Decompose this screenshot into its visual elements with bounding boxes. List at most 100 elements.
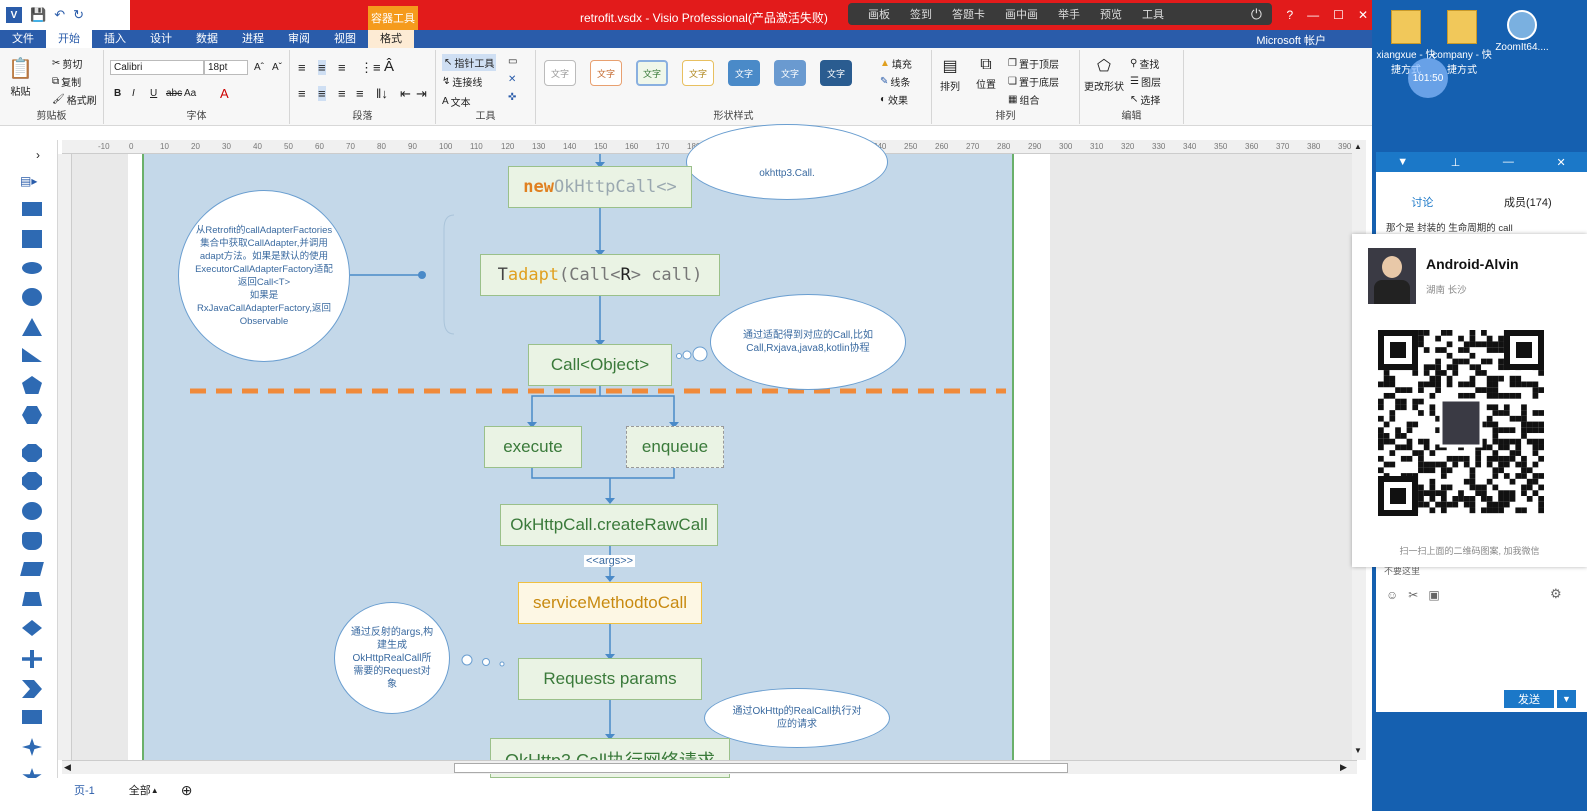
align-right-icon[interactable]: ≡ xyxy=(338,86,346,101)
tab-view[interactable]: 视图 xyxy=(322,30,368,48)
tab-discussion[interactable]: 讨论 xyxy=(1411,194,1433,210)
execute-node[interactable]: execute xyxy=(484,426,582,468)
dropdown-icon[interactable]: ▼ xyxy=(1397,156,1408,168)
enqueue-node[interactable]: enqueue xyxy=(626,426,724,468)
annotation-preview[interactable]: 预览 xyxy=(1100,6,1122,22)
format-painter-button[interactable]: 🖌 格式刷 xyxy=(52,92,97,107)
align-middle-icon[interactable]: ≡ xyxy=(318,60,326,75)
tab-design[interactable]: 设计 xyxy=(138,30,184,48)
tab-insert[interactable]: 插入 xyxy=(92,30,138,48)
scroll-up-icon[interactable]: ▲ xyxy=(1354,142,1362,151)
line-button[interactable]: ✎ 线条 xyxy=(880,74,910,89)
style-swatch-6[interactable]: 文字 xyxy=(774,60,806,86)
shape-pentagon[interactable] xyxy=(22,376,42,394)
create-raw-call-node[interactable]: OkHttpCall.createRawCall xyxy=(500,504,718,546)
shape-can[interactable] xyxy=(22,532,42,550)
desktop-icon-zoomit[interactable]: ZoomIt64.... xyxy=(1492,10,1552,53)
requests-params-node[interactable]: Requests params xyxy=(518,658,702,700)
align-top-icon[interactable]: ≡ xyxy=(298,60,306,75)
container-tools-tab[interactable]: 容器工具 xyxy=(368,6,418,30)
x-icon[interactable]: ✕ xyxy=(508,74,516,85)
page-tab[interactable]: 页-1 xyxy=(74,782,95,798)
realcall-note-cloud[interactable]: 通过OkHttp的RealCall执行对应的请求 xyxy=(704,688,890,748)
tab-data[interactable]: 数据 xyxy=(184,30,230,48)
undo-icon[interactable]: ↶ xyxy=(54,7,65,23)
shape-circle[interactable] xyxy=(22,288,42,306)
cut-button[interactable]: ✂ 剪切 xyxy=(52,56,82,71)
connector-button[interactable]: ↯ 连接线 xyxy=(442,74,482,89)
bring-to-front-button[interactable]: ❐ 置于顶层 xyxy=(1008,56,1059,71)
scroll-left-icon[interactable]: ◀ xyxy=(64,762,71,773)
top-note-cloud[interactable]: okhttp3.Call. xyxy=(686,124,888,200)
shape-4-point-star[interactable] xyxy=(22,738,42,756)
find-button[interactable]: ⚲ 查找 xyxy=(1130,56,1159,71)
send-to-back-button[interactable]: ❏ 置于底层 xyxy=(1008,74,1059,89)
tab-home[interactable]: 开始 xyxy=(46,30,92,48)
adapted-call-note-cloud[interactable]: 通过适配得到对应的Call,比如Call,Rxjava,java8,kotlin… xyxy=(710,294,906,390)
grow-font-button[interactable]: Aˆ xyxy=(254,62,264,73)
arrange-button[interactable]: ▤ 排列 xyxy=(940,56,960,93)
account-link[interactable]: Microsoft 帐户 xyxy=(1256,32,1326,48)
scroll-down-icon[interactable]: ▼ xyxy=(1354,746,1362,755)
tab-members[interactable]: 成员(174) xyxy=(1504,194,1552,210)
adapter-note-cloud[interactable]: 从Retrofit的callAdapterFactories集合中获取CallA… xyxy=(178,190,350,362)
scissors-icon[interactable]: ✂ xyxy=(1408,588,1418,602)
select-button[interactable]: ↖ 选择 xyxy=(1130,92,1160,107)
align-left-icon[interactable]: ≡ xyxy=(298,86,306,101)
annotation-answer-card[interactable]: 答题卡 xyxy=(952,6,985,22)
fill-button[interactable]: ▲ 填充 xyxy=(880,56,912,71)
font-size-select[interactable]: 18pt xyxy=(204,60,248,75)
shape-octagon[interactable] xyxy=(22,472,42,490)
increase-indent-icon[interactable]: ⇥ xyxy=(416,86,427,102)
paste-button[interactable]: 📋 粘贴 xyxy=(8,56,33,98)
style-swatch-2[interactable]: 文字 xyxy=(590,60,622,86)
style-swatch-4[interactable]: 文字 xyxy=(682,60,714,86)
justify-icon[interactable]: ≡ xyxy=(356,86,364,101)
settings-gear-icon[interactable]: ⚙ xyxy=(1550,586,1562,602)
shape-cross[interactable] xyxy=(22,650,42,668)
save-icon[interactable]: 💾 xyxy=(30,7,46,23)
minimize-button[interactable]: — xyxy=(1307,8,1319,22)
chat-close-icon[interactable]: ✕ xyxy=(1556,156,1565,169)
flowchart-container[interactable]: okhttp3.Call. new OkHttpCall<> T adapt (C… xyxy=(142,124,1014,778)
adapt-call-node[interactable]: T adapt (Call< R > call) xyxy=(480,254,720,296)
new-okhttpcall-node[interactable]: new OkHttpCall<> xyxy=(508,166,692,208)
maximize-button[interactable]: ☐ xyxy=(1333,8,1344,22)
align-center-icon[interactable]: ≡ xyxy=(318,86,326,101)
power-icon[interactable]: ⏻ xyxy=(1251,6,1262,23)
style-swatch-1[interactable]: 文字 xyxy=(544,60,576,86)
send-button[interactable]: 发送 xyxy=(1504,690,1554,708)
underline-button[interactable]: U xyxy=(150,88,157,99)
change-shape-button[interactable]: ⬠ 更改形状 xyxy=(1084,56,1124,93)
style-swatch-5[interactable]: 文字 xyxy=(728,60,760,86)
reflection-note-cloud[interactable]: 通过反射的args,构建生成OkHttpRealCall所需要的Request对… xyxy=(334,602,450,714)
timer-clock[interactable]: 101:50 xyxy=(1408,58,1448,98)
expand-chevron-icon[interactable]: › xyxy=(36,148,40,162)
bold-button[interactable]: B xyxy=(114,88,121,99)
align-bottom-icon[interactable]: ≡ xyxy=(338,60,346,75)
tab-file[interactable]: 文件 xyxy=(0,30,46,48)
shape-diamond[interactable] xyxy=(22,620,42,636)
tab-process[interactable]: 进程 xyxy=(230,30,276,48)
text-direction-icon[interactable]: ‖↓ xyxy=(376,86,388,101)
annotation-tools[interactable]: 工具 xyxy=(1142,6,1164,22)
annotation-signin[interactable]: 签到 xyxy=(910,6,932,22)
send-options-chevron-icon[interactable]: ▼ xyxy=(1556,690,1576,708)
bullets-icon[interactable]: ⋮≡ xyxy=(360,60,381,76)
italic-button[interactable]: I xyxy=(132,88,135,99)
annotation-pip[interactable]: 画中画 xyxy=(1005,6,1038,22)
style-swatch-7[interactable]: 文字 xyxy=(820,60,852,86)
horizontal-scrollbar[interactable]: ◀ ▶ xyxy=(62,760,1357,774)
layers-button[interactable]: ☰ 图层 xyxy=(1130,74,1161,89)
font-name-select[interactable]: Calibri xyxy=(110,60,204,75)
shape-heptagon[interactable] xyxy=(22,444,42,462)
group-button[interactable]: ▦ 组合 xyxy=(1008,92,1039,107)
redo-icon[interactable]: ↻ xyxy=(73,7,84,23)
shape-chevron[interactable] xyxy=(22,680,42,698)
close-button[interactable]: ✕ xyxy=(1358,8,1368,22)
copy-button[interactable]: ⧉ 复制 xyxy=(52,74,81,89)
change-case-button[interactable]: Aa xyxy=(184,88,196,99)
annotation-raise-hand[interactable]: 举手 xyxy=(1058,6,1080,22)
shape-trapezoid[interactable] xyxy=(22,592,42,606)
scroll-right-icon[interactable]: ▶ xyxy=(1340,762,1347,773)
